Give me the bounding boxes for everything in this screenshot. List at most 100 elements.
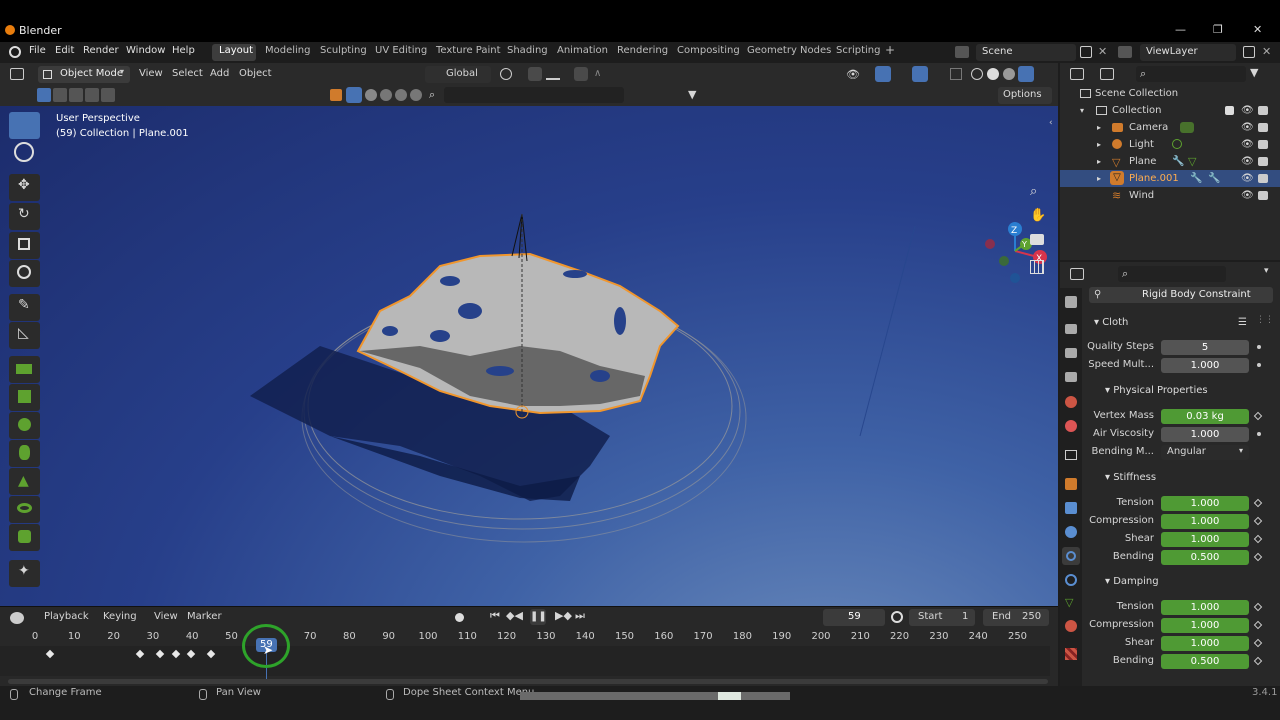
outliner-item-light[interactable]: ▸ Light 👁 (1060, 136, 1280, 153)
outliner-collection[interactable]: ▾ Collection 👁 (1060, 102, 1280, 119)
collection-checkbox[interactable] (1225, 106, 1234, 115)
expand-arrow-icon[interactable]: ▸ (1097, 119, 1101, 136)
jump-end-icon[interactable]: ⏭ (575, 609, 585, 623)
eye-icon[interactable]: 👁 (1241, 119, 1254, 136)
timeline-menu-marker[interactable]: Marker (187, 611, 222, 622)
outliner-display-mode-icon[interactable] (1100, 68, 1114, 80)
xray-icon[interactable] (950, 68, 962, 80)
cloth-panel-header[interactable]: ▾ Cloth (1094, 317, 1128, 328)
viewlayer-selector-icon[interactable] (1118, 46, 1132, 58)
record-button[interactable] (455, 613, 464, 622)
tab-rendering[interactable]: Rendering (617, 45, 668, 56)
expand-arrow-icon[interactable]: ▸ (1097, 170, 1101, 187)
keyframe-diamond-icon[interactable] (1253, 516, 1263, 526)
menu-edit[interactable]: Edit (55, 45, 74, 56)
tab-layout[interactable]: Layout (219, 45, 253, 56)
menu-add[interactable]: Add (210, 68, 229, 79)
add-torus-icon[interactable] (9, 496, 40, 523)
stiffness-compression-field[interactable]: 1.000 (1161, 514, 1249, 529)
camera-view-icon[interactable] (1030, 234, 1044, 245)
keyframe-diamond-icon[interactable] (1253, 534, 1263, 544)
outliner-item-camera[interactable]: ▸ Camera 👁 (1060, 119, 1280, 136)
data-tab-icon[interactable]: ▽ (1065, 596, 1073, 609)
menu-help[interactable]: Help (172, 45, 195, 56)
eye-icon[interactable]: 👁 (1241, 170, 1254, 187)
add-sphere-icon[interactable] (9, 412, 40, 439)
stiffness-shear-field[interactable]: 1.000 (1161, 532, 1249, 547)
timeline-menu-view[interactable]: View (154, 611, 178, 622)
delete-viewlayer-icon[interactable]: ✕ (1262, 45, 1271, 58)
funnel-filter-icon[interactable]: ▼ (688, 88, 696, 101)
add-cylinder-icon[interactable] (9, 440, 40, 467)
camera-render-icon[interactable] (1258, 106, 1268, 115)
physical-properties-header[interactable]: ▾ Physical Properties (1105, 385, 1208, 396)
editor-type-icon[interactable] (10, 68, 24, 80)
filter-selectable-icon[interactable] (346, 87, 362, 103)
close-button[interactable]: ✕ (1253, 23, 1262, 36)
new-scene-icon[interactable] (1080, 46, 1092, 58)
blender-menu-icon[interactable] (9, 46, 21, 58)
properties-search-input[interactable] (1118, 266, 1226, 282)
proportional-edit-icon[interactable] (574, 67, 588, 81)
rotate-tool-icon[interactable]: ↻ (9, 203, 40, 230)
list-icon[interactable]: ☰ (1238, 317, 1247, 328)
timeline-track[interactable]: 0 10 20 30 40 50 70 80 90 100 110 120 130 140 150 160 17… (0, 624, 1050, 683)
filter-camera-icon[interactable] (380, 89, 392, 101)
scene-selector-icon[interactable] (955, 46, 969, 58)
menu-object[interactable]: Object (239, 68, 272, 79)
outliner-search-input[interactable] (1136, 66, 1246, 82)
damping-compression-field[interactable]: 1.000 (1161, 618, 1249, 633)
render-tab-icon[interactable] (1065, 324, 1077, 334)
outliner-item-plane[interactable]: ▸ ▽ Plane 🔧 ▽ 👁 (1060, 153, 1280, 170)
menu-select[interactable]: Select (172, 68, 203, 79)
texture-tab-icon[interactable] (1065, 648, 1077, 660)
tab-animation[interactable]: Animation (557, 45, 608, 56)
cursor-tool-icon[interactable] (14, 142, 34, 162)
outliner-scene-collection[interactable]: Scene Collection (1060, 85, 1280, 102)
select-box-mode-icon[interactable] (37, 88, 51, 102)
eye-icon[interactable]: 👁 (1241, 136, 1254, 153)
keyframe-diamond-icon[interactable] (1253, 411, 1263, 421)
snap-target-icon[interactable] (546, 68, 560, 80)
object-tab-icon[interactable] (1065, 478, 1077, 490)
menu-window[interactable]: Window (126, 45, 165, 56)
measure-tool-icon[interactable]: ◺ (9, 322, 40, 349)
eye-icon[interactable]: 👁 (1241, 187, 1254, 204)
expand-arrow-icon[interactable]: ▸ (1097, 136, 1101, 153)
tool-tab-icon[interactable] (1065, 296, 1077, 308)
keyframe-diamond-icon[interactable] (1253, 620, 1263, 630)
menu-view[interactable]: View (139, 68, 163, 79)
add-uv-sphere-icon[interactable] (9, 524, 40, 551)
zoom-icon[interactable]: ⌕ (1030, 184, 1037, 199)
select-subtract-icon[interactable] (69, 88, 83, 102)
tab-shading[interactable]: Shading (507, 45, 548, 56)
maximize-button[interactable]: ❐ (1213, 23, 1223, 36)
keyframe-diamond-icon[interactable] (1253, 638, 1263, 648)
menu-render[interactable]: Render (83, 45, 119, 56)
outliner-item-plane-001[interactable]: ▸ ▽ Plane.001 🔧 🔧 👁 (1060, 170, 1280, 187)
tab-scripting[interactable]: Scripting (836, 45, 880, 56)
scale-tool-icon[interactable] (9, 232, 40, 259)
filter-mesh-icon[interactable] (365, 89, 377, 101)
transform-tool-icon[interactable] (9, 260, 40, 287)
keyframe-dot-icon[interactable] (1257, 432, 1261, 436)
drag-handle-icon[interactable]: ⋮⋮ (1256, 315, 1274, 325)
annotate-tool-icon[interactable]: ✎ (9, 294, 40, 321)
falloff-icon[interactable]: ∧ (594, 68, 601, 79)
pause-button[interactable]: ❚❚ (530, 609, 547, 625)
timeline-editor-type-icon[interactable] (10, 612, 24, 624)
view-layer-tab-icon[interactable] (1065, 372, 1077, 382)
world-tab-icon[interactable] (1065, 420, 1077, 432)
tab-geometry-nodes[interactable]: Geometry Nodes (747, 45, 831, 56)
collection-tab-icon[interactable] (1065, 450, 1077, 460)
tab-uv-editing[interactable]: UV Editing (375, 45, 427, 56)
outliner-item-wind[interactable]: ≋ Wind 👁 (1060, 187, 1280, 204)
constraint-tab-icon[interactable] (1065, 574, 1077, 586)
select-tool-icon[interactable] (9, 112, 40, 139)
outliner-editor-type-icon[interactable] (1070, 68, 1084, 80)
camera-render-icon[interactable] (1258, 123, 1268, 132)
select-extend-icon[interactable] (53, 88, 67, 102)
quality-steps-field[interactable]: 5 (1161, 340, 1249, 355)
jump-start-icon[interactable]: ⏮ (490, 609, 500, 623)
stiffness-header[interactable]: ▾ Stiffness (1105, 472, 1156, 483)
